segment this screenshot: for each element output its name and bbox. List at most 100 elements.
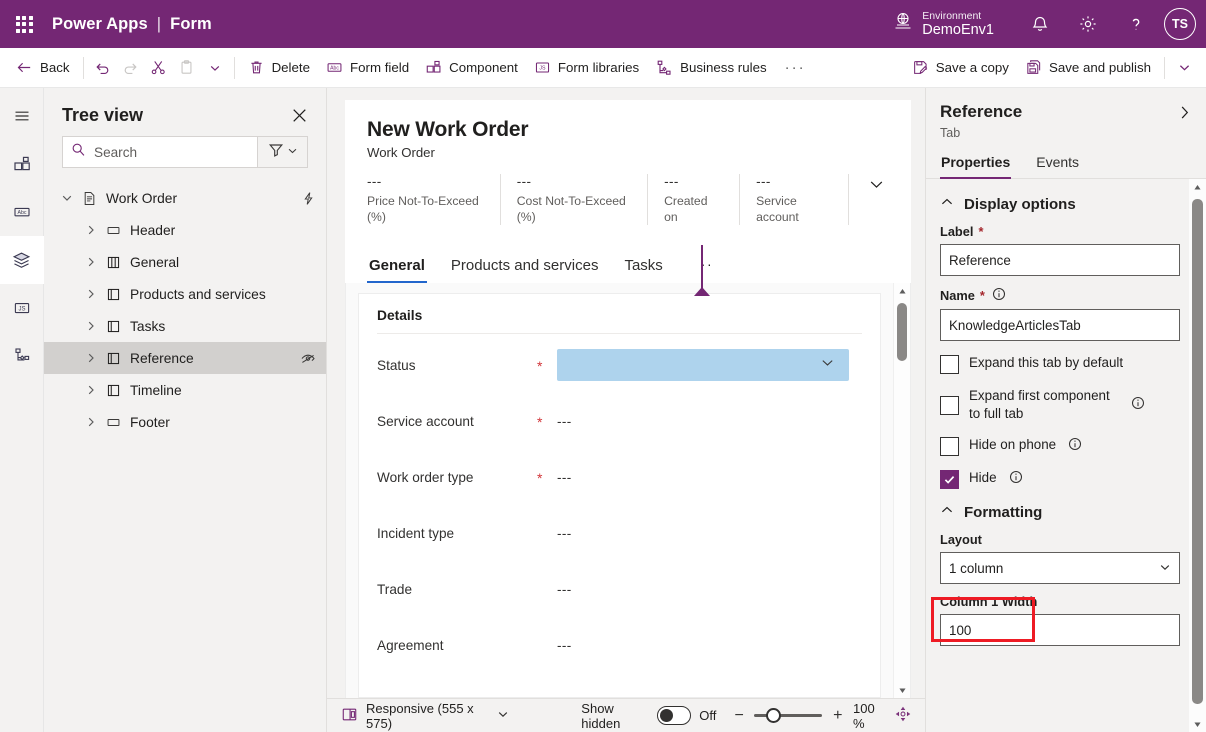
- expand-first-component-to-full-tab-info-circle-icon[interactable]: [1131, 396, 1145, 415]
- checkbox-hide[interactable]: [940, 470, 959, 490]
- scroll-down-arrow-icon[interactable]: [898, 682, 907, 698]
- header-expand-chevron-down-icon[interactable]: [865, 174, 889, 193]
- label-input[interactable]: [940, 244, 1180, 276]
- layers-tree-icon[interactable]: [0, 236, 44, 284]
- name-info-circle-icon[interactable]: [992, 287, 1006, 304]
- header-field[interactable]: --- Service account: [756, 174, 849, 226]
- form-libraries-button[interactable]: JS Form libraries: [526, 52, 647, 84]
- save-options-chevron-down-icon[interactable]: [1170, 52, 1198, 84]
- zoom-slider-knob[interactable]: [766, 707, 782, 723]
- chevron-right-icon[interactable]: [80, 384, 102, 396]
- zoom-in-button[interactable]: +: [831, 707, 844, 725]
- checkbox-expand-this-tab-by-default[interactable]: [940, 355, 959, 374]
- lightning-event-icon[interactable]: [301, 191, 316, 206]
- components-icon[interactable]: [0, 140, 44, 188]
- display-options-group-header[interactable]: Display options: [940, 195, 1180, 214]
- field-value[interactable]: ---: [557, 470, 572, 485]
- hide-on-phone-info-circle-icon[interactable]: [1068, 437, 1082, 456]
- environment-selector[interactable]: Environment DemoEnv1: [893, 10, 994, 39]
- chevron-right-icon[interactable]: [80, 288, 102, 300]
- table-columns-abc-icon[interactable]: Abc: [0, 188, 44, 236]
- checkbox-expand-first-component-to-full-tab[interactable]: [940, 396, 959, 416]
- form-field-button[interactable]: Abc Form field: [318, 52, 417, 84]
- checkbox-row-expand-first-component-to-full-tab[interactable]: Expand first component to full tab: [940, 387, 1180, 423]
- redo-icon[interactable]: [117, 52, 145, 84]
- show-hidden-toggle[interactable]: [656, 706, 692, 725]
- back-label: Back: [40, 60, 70, 75]
- field-value[interactable]: ---: [557, 582, 572, 597]
- properties-scroll-up-arrow-icon[interactable]: [1193, 179, 1202, 195]
- chevron-right-icon[interactable]: [80, 256, 102, 268]
- properties-scrollbar-thumb[interactable]: [1192, 199, 1203, 704]
- scrollbar-track[interactable]: [894, 299, 910, 682]
- save-a-copy-button[interactable]: Save a copy: [904, 52, 1017, 84]
- field-value[interactable]: ---: [557, 414, 572, 429]
- tree-item-work-order[interactable]: Work Order: [44, 182, 326, 214]
- back-button[interactable]: Back: [8, 52, 78, 84]
- undo-icon[interactable]: [89, 52, 117, 84]
- zoom-out-button[interactable]: −: [733, 707, 746, 725]
- column1-width-input[interactable]: [940, 614, 1180, 647]
- avatar[interactable]: TS: [1164, 8, 1196, 40]
- tree-item-timeline[interactable]: Timeline: [44, 374, 326, 406]
- header-field[interactable]: --- Created on: [664, 174, 741, 226]
- command-overflow-button[interactable]: ···: [775, 59, 816, 76]
- hide-info-circle-icon[interactable]: [1009, 470, 1023, 489]
- settings-gear-icon[interactable]: [1064, 0, 1112, 48]
- properties-tab-events[interactable]: Events: [1035, 148, 1080, 178]
- delete-button[interactable]: Delete: [240, 52, 318, 84]
- header-field[interactable]: --- Price Not-To-Exceed (%): [367, 174, 501, 226]
- canvas-tab-general[interactable]: General: [367, 257, 427, 284]
- field-value[interactable]: ---: [557, 526, 572, 541]
- name-input[interactable]: [940, 309, 1180, 341]
- properties-expand-chevron-right-icon[interactable]: [1174, 105, 1194, 120]
- checkbox-row-expand-this-tab-by-default[interactable]: Expand this tab by default: [940, 354, 1180, 374]
- chevron-right-icon[interactable]: [80, 320, 102, 332]
- save-and-publish-button[interactable]: Save and publish: [1017, 52, 1159, 84]
- close-icon[interactable]: [288, 104, 310, 126]
- tree-item-tasks[interactable]: Tasks: [44, 310, 326, 342]
- properties-tab-properties[interactable]: Properties: [940, 148, 1012, 179]
- chevron-right-icon[interactable]: [80, 416, 102, 428]
- hidden-eye-slash-icon[interactable]: [300, 350, 316, 366]
- properties-scroll-down-arrow-icon[interactable]: [1193, 716, 1202, 732]
- search-input[interactable]: [94, 144, 250, 160]
- tree-item-footer[interactable]: Footer: [44, 406, 326, 438]
- scroll-up-arrow-icon[interactable]: [898, 283, 907, 299]
- checkbox-row-hide[interactable]: Hide: [940, 469, 1180, 490]
- javascript-js-icon[interactable]: JS: [0, 284, 44, 332]
- fit-to-screen-icon[interactable]: [895, 706, 911, 725]
- checkbox-hide-on-phone[interactable]: [940, 437, 959, 457]
- checkbox-row-hide-on-phone[interactable]: Hide on phone: [940, 436, 1180, 457]
- business-rules-button[interactable]: Business rules: [647, 52, 774, 84]
- layout-select[interactable]: 1 column: [940, 552, 1180, 585]
- canvas-tab-products-and-services[interactable]: Products and services: [449, 257, 601, 283]
- tree-item-header[interactable]: Header: [44, 214, 326, 246]
- business-rules-icon[interactable]: [0, 332, 44, 380]
- responsive-layout-selector[interactable]: Responsive (555 x 575): [341, 701, 509, 731]
- field-value[interactable]: ---: [557, 638, 572, 653]
- tree-item-products-and-services[interactable]: Products and services: [44, 278, 326, 310]
- status-dropdown[interactable]: [557, 349, 849, 382]
- tree-item-general[interactable]: General: [44, 246, 326, 278]
- search-box[interactable]: [62, 136, 259, 168]
- cut-scissors-icon[interactable]: [145, 52, 173, 84]
- app-launcher-icon[interactable]: [0, 0, 48, 48]
- help-question-icon[interactable]: [1112, 0, 1160, 48]
- notifications-bell-icon[interactable]: [1016, 0, 1064, 48]
- component-button[interactable]: Component: [417, 52, 526, 84]
- hamburger-menu-icon[interactable]: [0, 92, 44, 140]
- header-field[interactable]: --- Cost Not-To-Exceed (%): [517, 174, 649, 226]
- chevron-down-icon[interactable]: [56, 192, 78, 204]
- zoom-slider[interactable]: [754, 707, 823, 723]
- canvas-tab-tasks[interactable]: Tasks: [622, 257, 664, 283]
- tree-item-reference[interactable]: Reference: [44, 342, 326, 374]
- properties-vertical-scrollbar[interactable]: [1189, 179, 1206, 732]
- canvas-vertical-scrollbar[interactable]: [893, 283, 910, 698]
- chevron-right-icon[interactable]: [80, 352, 102, 364]
- paste-options-chevron-down-icon[interactable]: [201, 52, 229, 84]
- chevron-right-icon[interactable]: [80, 224, 102, 236]
- filter-button[interactable]: [258, 136, 308, 168]
- formatting-group-header[interactable]: Formatting: [940, 503, 1180, 522]
- scrollbar-thumb[interactable]: [897, 303, 907, 362]
